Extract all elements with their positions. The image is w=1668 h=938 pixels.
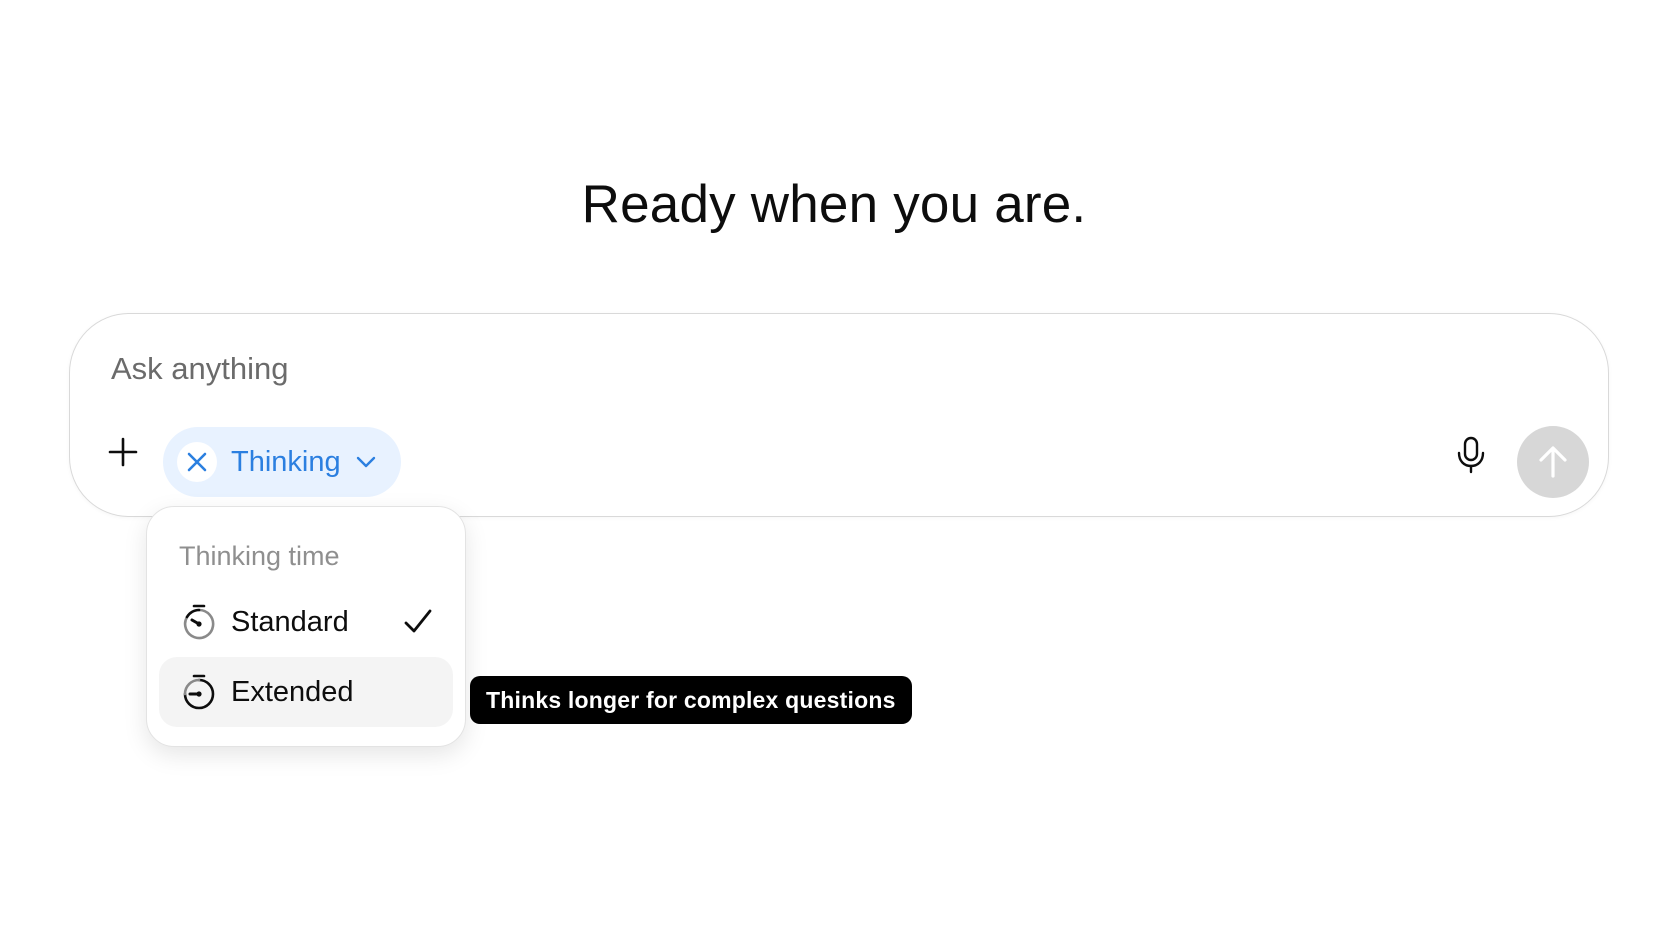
page-title: Ready when you are.: [581, 175, 1087, 234]
voice-button[interactable]: [1448, 432, 1494, 478]
page: Ready when you are. Thinking: [0, 0, 1668, 938]
stopwatch-icon: [179, 672, 219, 712]
composer: Thinking: [69, 313, 1609, 517]
checkmark-icon: [404, 609, 432, 633]
arrow-up-icon: [1539, 446, 1567, 478]
plus-icon: [108, 437, 138, 467]
chip-label: Thinking: [231, 445, 341, 478]
chevron-down-icon: [356, 456, 375, 468]
prompt-input[interactable]: [111, 344, 1411, 394]
thinking-chip[interactable]: Thinking: [163, 427, 401, 497]
menu-item-standard[interactable]: Standard: [159, 587, 453, 657]
chip-expand-button[interactable]: [355, 455, 377, 469]
thinking-time-menu: Thinking time Standard Extended: [146, 506, 466, 747]
chip-remove-button[interactable]: [177, 442, 217, 482]
tooltip: Thinks longer for complex questions: [470, 676, 912, 724]
menu-item-extended[interactable]: Extended: [159, 657, 453, 727]
menu-item-label: Extended: [231, 675, 354, 708]
close-icon: [187, 452, 207, 472]
microphone-icon: [1457, 436, 1485, 474]
send-button[interactable]: [1517, 426, 1589, 498]
menu-item-label: Standard: [231, 605, 349, 638]
attach-button[interactable]: [100, 429, 146, 475]
stopwatch-icon: [179, 602, 219, 642]
menu-title: Thinking time: [179, 541, 340, 571]
